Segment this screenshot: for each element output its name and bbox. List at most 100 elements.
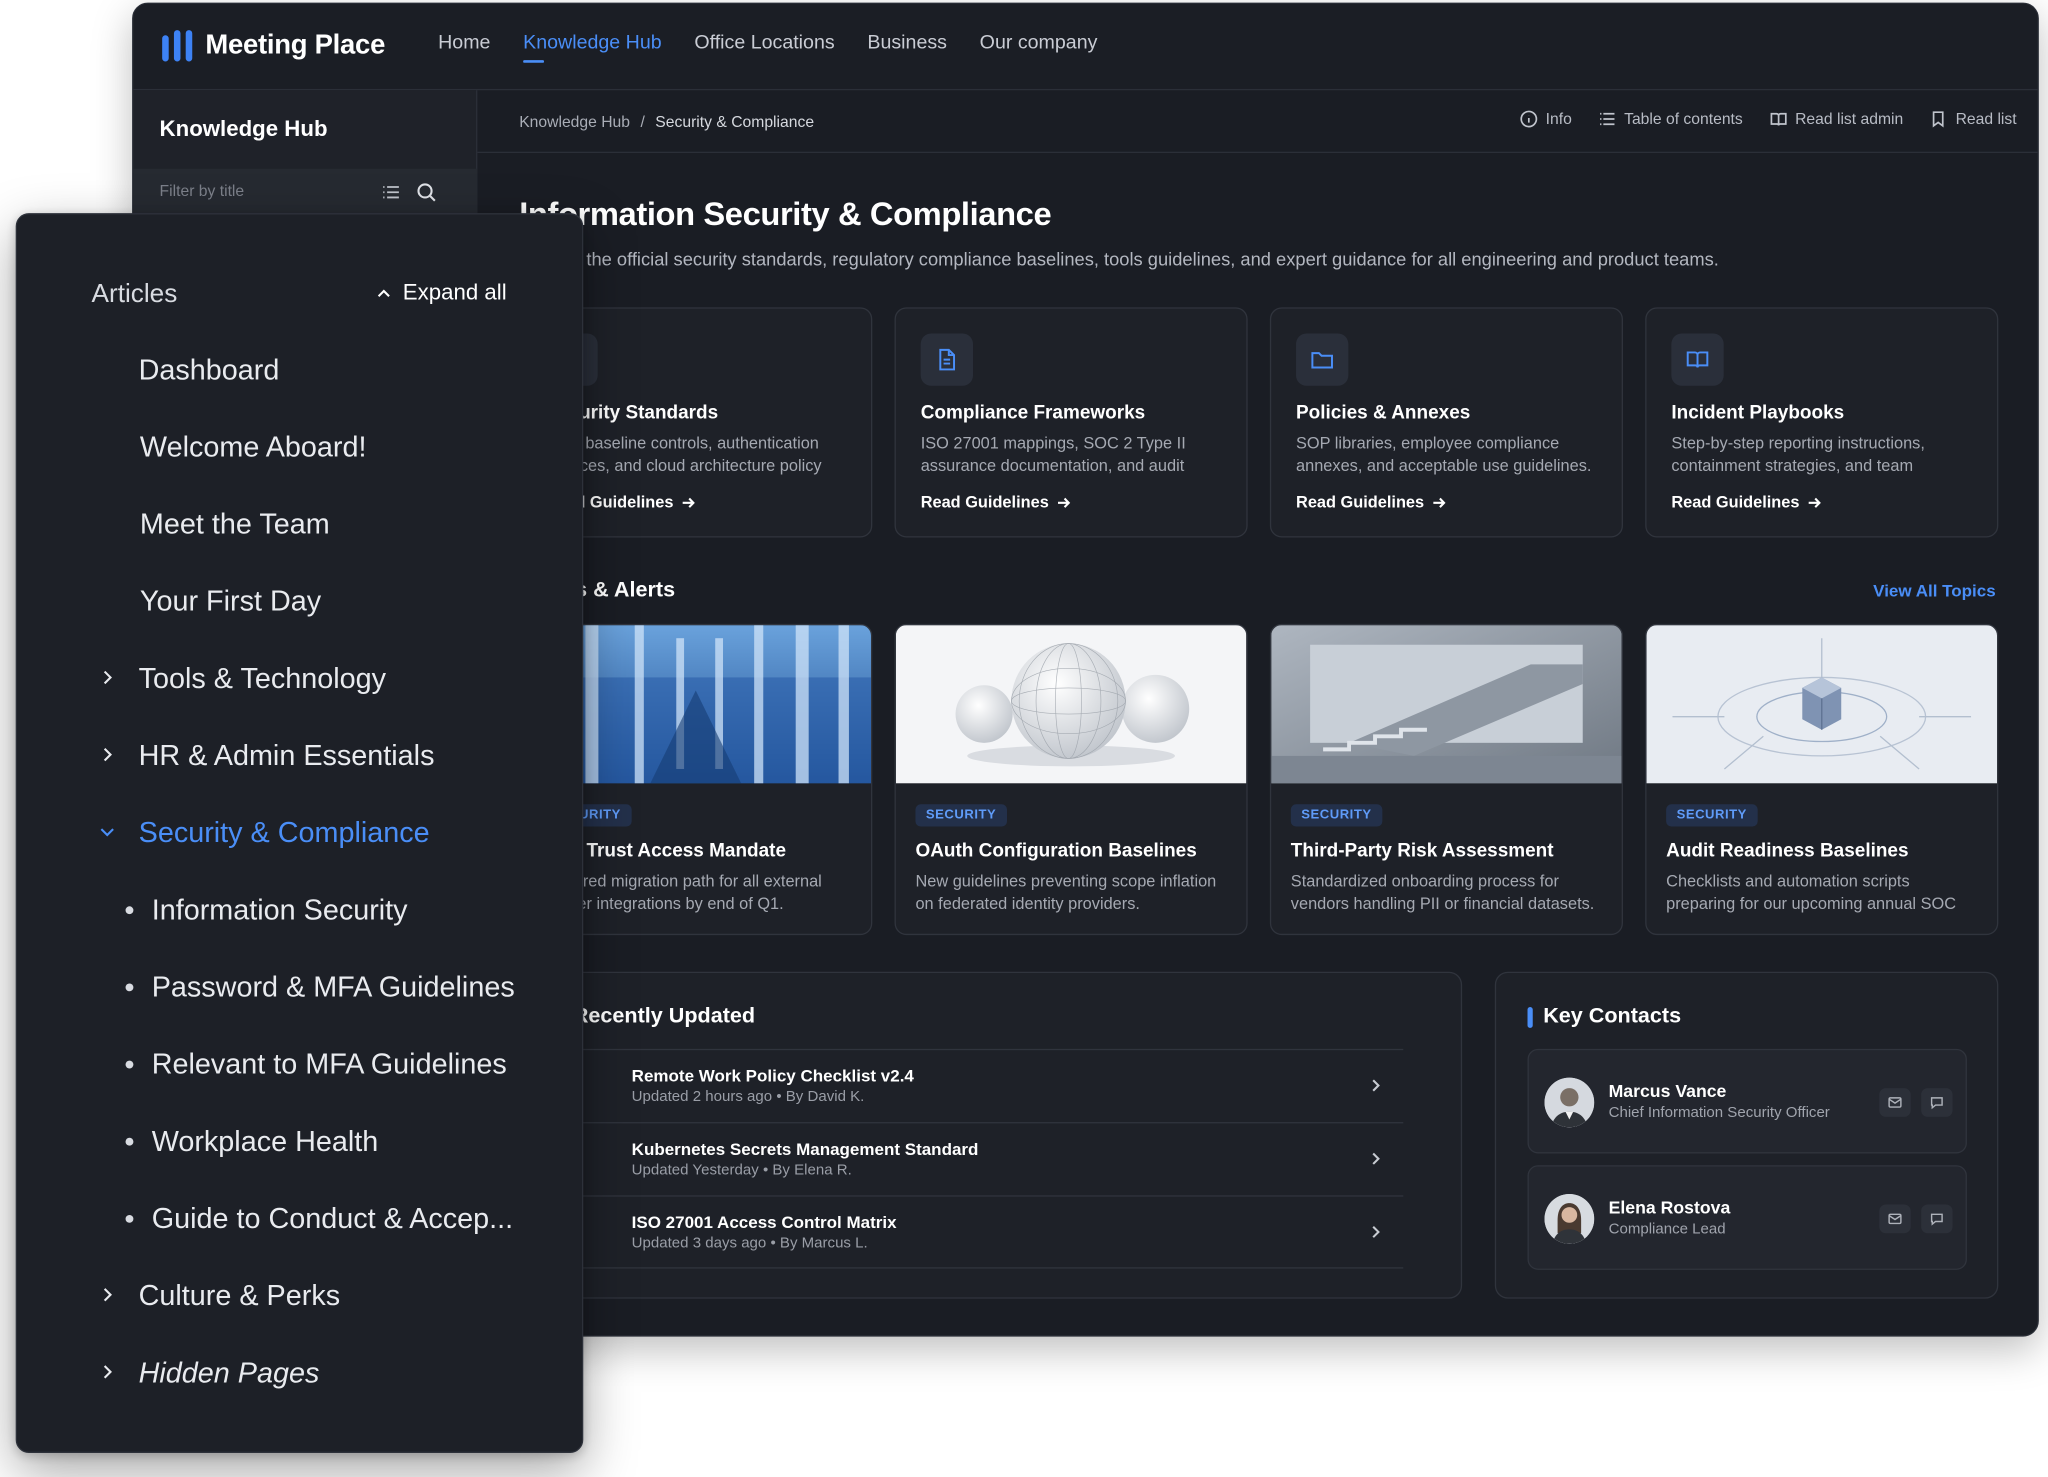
bullet-dot <box>125 1060 134 1069</box>
read-guidelines-link[interactable]: Read Guidelines <box>1296 493 1446 511</box>
nav-office-locations[interactable]: Office Locations <box>694 4 834 90</box>
nav-our-company[interactable]: Our company <box>980 4 1098 90</box>
breadcrumb: Knowledge Hub / Security & Compliance <box>519 112 814 130</box>
email-button[interactable] <box>1879 1088 1911 1117</box>
articles-heading: Articles <box>91 279 178 309</box>
top-navigation-bar: Meeting Place Home Knowledge Hub Office … <box>133 3 2038 91</box>
info-icon <box>1520 110 1538 128</box>
arrow-right-icon <box>682 497 695 508</box>
topic-tag: SECURITY <box>915 804 1007 827</box>
chevron-right-icon[interactable] <box>98 668 116 686</box>
info-button[interactable]: Info <box>1519 110 1572 128</box>
page-subtitle: Explore the official security standards,… <box>519 248 1719 270</box>
sidebar-item-culture-perks[interactable]: Culture & Perks <box>139 1279 340 1313</box>
brand-logo[interactable]: Meeting Place <box>162 30 386 62</box>
list-item-meta: Updated Yesterday • By Elena R. <box>631 1162 852 1179</box>
list-item[interactable]: ISO 27001 Access Control Matrix Updated … <box>551 1195 1404 1269</box>
expand-all-button[interactable]: Expand all <box>375 279 507 306</box>
category-description: ISO 27001 mappings, SOC 2 Type II assura… <box>920 434 1186 475</box>
read-list-admin-button[interactable]: Read list admin <box>1769 110 1903 128</box>
topic-description: Checklists and automation scripts prepar… <box>1666 872 1957 913</box>
filter-input[interactable] <box>159 181 356 201</box>
topic-card[interactable]: SECURITY Third-Party Risk Assessment Sta… <box>1269 623 1623 936</box>
sidebar-item-hidden-pages[interactable]: Hidden Pages <box>139 1356 320 1390</box>
screenshot-stage: Meeting Place Home Knowledge Hub Office … <box>0 0 2048 1477</box>
recently-updated-heading: Recently Updated <box>572 1004 756 1028</box>
book-icon <box>1671 333 1724 386</box>
sidebar-item-information-security[interactable]: Information Security <box>152 893 408 927</box>
nav-business[interactable]: Business <box>867 4 947 90</box>
sidebar-item-your-first-day[interactable]: Your First Day <box>140 585 321 619</box>
chevron-right-icon[interactable] <box>98 1286 116 1304</box>
topic-card[interactable]: SECURITY OAuth Configuration Baselines N… <box>894 623 1248 936</box>
sidebar-item-password-mfa[interactable]: Password & MFA Guidelines <box>152 970 515 1004</box>
table-of-contents-button[interactable]: Table of contents <box>1598 110 1743 128</box>
topic-description: Standardized onboarding process for vend… <box>1290 872 1595 913</box>
sidebar-item-security-compliance[interactable]: Security & Compliance <box>139 816 430 850</box>
list-item-meta: Updated 2 hours ago • By David K. <box>631 1089 865 1106</box>
category-card[interactable]: Incident Playbooks Step-by-step reportin… <box>1645 307 1999 538</box>
category-card[interactable]: Compliance Frameworks ISO 27001 mappings… <box>894 307 1248 538</box>
sidebar-item-dashboard[interactable]: Dashboard <box>139 353 280 387</box>
search-icon[interactable] <box>415 180 439 204</box>
topic-card[interactable]: SECURITY Audit Readiness Baselines Check… <box>1645 623 1999 936</box>
chevron-down-icon[interactable] <box>98 823 116 841</box>
arrow-right-icon <box>1433 497 1446 508</box>
list-icon <box>1599 112 1615 126</box>
bookmark-icon <box>1933 111 1944 128</box>
topic-description: New guidelines preventing scope inflatio… <box>915 872 1217 913</box>
topic-image-staircase <box>1271 625 1622 784</box>
list-item-title: Kubernetes Secrets Management Standard <box>631 1139 979 1159</box>
sidebar-item-meet-the-team[interactable]: Meet the Team <box>140 507 330 541</box>
sidebar-item-guide-conduct[interactable]: Guide to Conduct & Accep... <box>152 1202 513 1236</box>
sidebar-item-tools-technology[interactable]: Tools & Technology <box>139 662 386 696</box>
category-description: Step-by-step reporting instructions, con… <box>1671 434 1925 475</box>
expand-all-label: Expand all <box>402 279 507 305</box>
arrow-right-icon <box>1057 497 1071 508</box>
category-card[interactable]: Policies & Annexes SOP libraries, employ… <box>1269 307 1623 538</box>
chevron-right-icon[interactable] <box>98 1363 116 1381</box>
read-list-label: Read list <box>1955 109 2017 129</box>
read-guidelines-link[interactable]: Read Guidelines <box>921 493 1071 511</box>
list-item[interactable]: Remote Work Policy Checklist v2.4 Update… <box>551 1048 1404 1122</box>
topic-image-circuit <box>1646 625 1998 784</box>
message-button[interactable] <box>1921 1088 1953 1117</box>
avatar <box>1544 1194 1595 1244</box>
view-all-topics-link[interactable]: View All Topics <box>1873 581 1996 601</box>
chevron-right-icon <box>1372 1152 1380 1165</box>
link-label: Read Guidelines <box>1296 493 1425 512</box>
nav-knowledge-hub[interactable]: Knowledge Hub <box>523 4 662 90</box>
breadcrumb-separator: / <box>640 112 645 131</box>
brand-name: Meeting Place <box>205 30 386 61</box>
bullet-dot <box>125 1137 134 1146</box>
bullet-dot <box>125 1214 134 1223</box>
list-item-title: ISO 27001 Access Control Matrix <box>631 1212 897 1232</box>
list-icon[interactable] <box>379 180 403 204</box>
contact-name: Elena Rostova <box>1608 1197 1731 1218</box>
sidebar-item-relevant-mfa[interactable]: Relevant to MFA Guidelines <box>152 1048 507 1082</box>
breadcrumb-root[interactable]: Knowledge Hub <box>519 112 630 130</box>
message-button[interactable] <box>1921 1204 1953 1234</box>
read-guidelines-link[interactable]: Read Guidelines <box>1671 493 1821 511</box>
list-item[interactable]: Kubernetes Secrets Management Standard U… <box>551 1122 1404 1195</box>
topic-title: Audit Readiness Baselines <box>1666 840 1909 862</box>
chat-icon <box>1930 1213 1943 1226</box>
category-description: Core baseline controls, authentication s… <box>545 434 822 475</box>
chevron-right-icon[interactable] <box>98 745 116 763</box>
topic-title: Third-Party Risk Assessment <box>1290 840 1554 862</box>
read-list-button[interactable]: Read list <box>1929 109 2017 129</box>
open-book-icon <box>1770 112 1787 126</box>
arrow-right-icon <box>1808 497 1821 508</box>
folder-icon <box>1296 333 1349 386</box>
sidebar-item-hr-admin[interactable]: HR & Admin Essentials <box>139 739 435 773</box>
email-button[interactable] <box>1879 1204 1911 1234</box>
contact-name: Marcus Vance <box>1608 1081 1727 1102</box>
bullet-dot <box>125 906 134 915</box>
main-content: Information Security & Compliance Explor… <box>477 153 2037 1335</box>
sidebar-item-welcome-aboard[interactable]: Welcome Aboard! <box>140 430 367 464</box>
breadcrumb-current: Security & Compliance <box>655 112 815 131</box>
contact-card: Marcus Vance Chief Information Security … <box>1527 1048 1967 1154</box>
sidebar-item-workplace-health[interactable]: Workplace Health <box>152 1125 379 1159</box>
contact-card: Elena Rostova Compliance Lead <box>1527 1165 1967 1270</box>
nav-home[interactable]: Home <box>438 4 490 90</box>
